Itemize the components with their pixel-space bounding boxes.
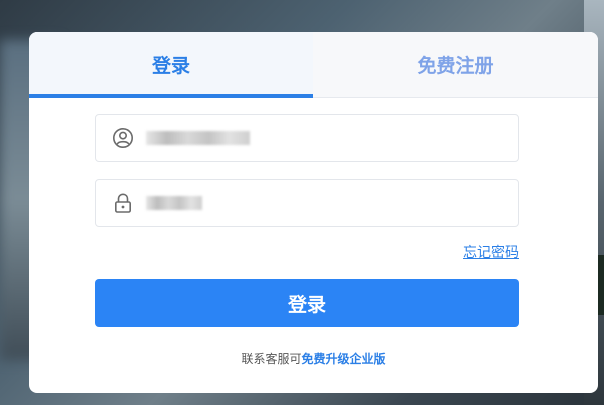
login-card: 登录 免费注册 忘记密码 登录 联系客服可免费升级企业版 [29, 32, 598, 393]
password-input[interactable] [142, 188, 506, 220]
lock-icon [112, 192, 134, 214]
background-strip [597, 255, 604, 315]
footer-note: 联系客服可免费升级企业版 [29, 350, 598, 367]
user-icon [112, 127, 134, 149]
username-input[interactable] [142, 123, 506, 155]
tab-register[interactable]: 免费注册 [313, 32, 598, 97]
tab-login[interactable]: 登录 [29, 32, 313, 98]
username-field[interactable] [95, 114, 519, 162]
contact-text: 联系客服可 [241, 352, 302, 366]
tab-bar: 登录 免费注册 [29, 32, 598, 98]
login-button[interactable]: 登录 [95, 279, 519, 327]
password-field[interactable] [95, 179, 519, 227]
upgrade-link[interactable]: 免费升级企业版 [302, 352, 386, 366]
forgot-password-link[interactable]: 忘记密码 [463, 242, 519, 262]
